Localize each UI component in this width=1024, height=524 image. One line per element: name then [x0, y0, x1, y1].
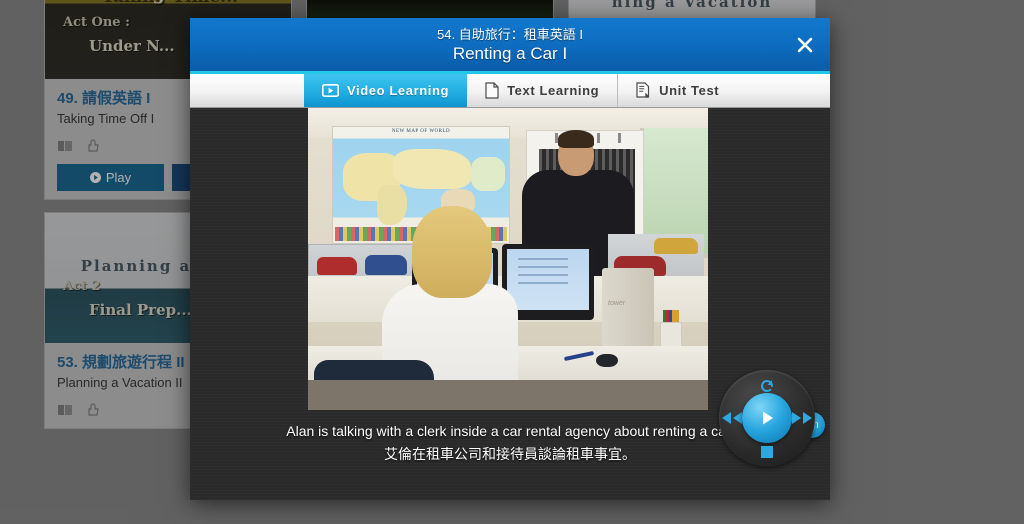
- computer-tower: tower: [602, 268, 654, 346]
- dialog-title-english: Renting a Car I: [452, 43, 568, 63]
- map-landmass: [471, 157, 505, 191]
- floor: [308, 380, 708, 410]
- map-landmass: [393, 149, 471, 189]
- map-poster-title: NEW MAP OF WORLD: [391, 129, 451, 134]
- dialog-body: NEW MAP OF WORLD tower Alan is talking w…: [190, 108, 830, 500]
- screen-text-lines: [518, 257, 568, 286]
- toy-car: [365, 255, 407, 275]
- map-landmass: [377, 185, 407, 225]
- fast-forward-button[interactable]: [791, 407, 813, 429]
- rewind-icon: [722, 412, 742, 424]
- close-icon: [797, 37, 813, 52]
- tab-label: Video Learning: [347, 83, 450, 98]
- clerk-hair: [558, 130, 594, 148]
- screen: Plus Ta... Taking Time... Act One : Unde…: [0, 0, 1024, 524]
- stop-icon: [761, 446, 773, 458]
- dialog-title-chinese: 54. 自助旅行：租車英語 I: [437, 26, 583, 42]
- toy-car: [654, 238, 698, 254]
- tower-brand-label: tower: [608, 300, 626, 307]
- toy-car: [317, 257, 357, 275]
- video-play-icon: [322, 84, 339, 97]
- fast-forward-icon: [792, 412, 812, 424]
- stop-button[interactable]: [758, 443, 776, 461]
- tab-unit-test[interactable]: Unit Test: [618, 74, 737, 107]
- tab-label: Text Learning: [507, 83, 600, 98]
- video-player[interactable]: NEW MAP OF WORLD tower: [308, 108, 708, 410]
- playback-control-ring: [719, 370, 815, 466]
- close-button[interactable]: [792, 32, 818, 58]
- rewind-button[interactable]: [721, 407, 743, 429]
- play-button[interactable]: [742, 393, 792, 443]
- dialog-header: 54. 自助旅行：租車英語 I Renting a Car I: [190, 18, 830, 74]
- lesson-tabs: Video Learning Text Learning Unit Test: [190, 74, 830, 108]
- tab-text-learning[interactable]: Text Learning: [467, 74, 619, 107]
- video-lesson-dialog: 54. 自助旅行：租車英語 I Renting a Car I Video Le…: [190, 18, 830, 500]
- document-icon: [485, 82, 499, 99]
- mouse: [596, 354, 618, 367]
- play-icon: [763, 411, 773, 425]
- monitor-screen: [507, 249, 589, 310]
- customer-hair: [412, 206, 492, 298]
- document-pencil-icon: [636, 82, 650, 98]
- tab-label: Unit Test: [659, 83, 720, 98]
- tab-video-learning[interactable]: Video Learning: [304, 74, 468, 107]
